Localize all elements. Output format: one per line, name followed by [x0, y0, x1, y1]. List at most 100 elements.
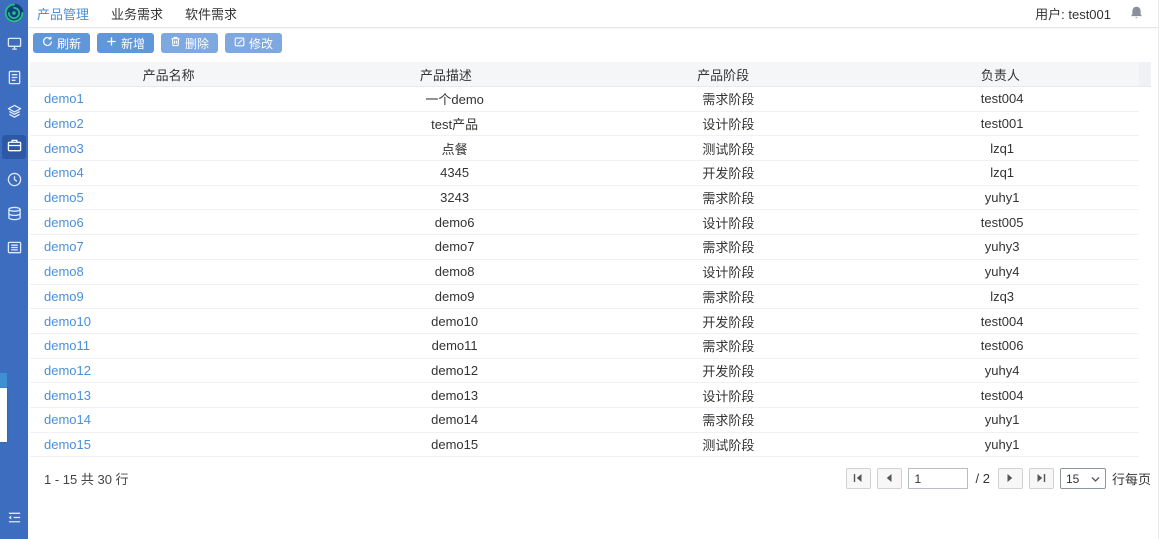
sidebar-collapse-button[interactable] — [2, 507, 26, 531]
toolbar: 刷新 新增 删除 修改 — [28, 28, 1158, 58]
sidebar-item-data[interactable] — [2, 203, 26, 227]
sidebar — [0, 0, 28, 539]
collapse-menu-icon — [7, 510, 22, 528]
product-link[interactable]: demo15 — [44, 437, 91, 452]
product-link[interactable]: demo13 — [44, 388, 91, 403]
table-cell: 点餐 — [441, 141, 468, 157]
product-link[interactable]: demo1 — [44, 91, 84, 106]
product-name-cell: demo1 — [30, 87, 318, 111]
table-cell: 开发阶段 — [702, 166, 755, 182]
table-cell: 3243 — [440, 190, 470, 206]
product-link[interactable]: demo3 — [44, 141, 84, 156]
table-row: demo1 一个demo 需求阶段 test004 — [30, 87, 1139, 112]
delete-button[interactable]: 删除 — [161, 33, 219, 53]
product-name-cell: demo5 — [30, 186, 318, 210]
main-panel: 产品管理 业务需求 软件需求 用户: test001 刷新 新增 删除 修改 产… — [28, 0, 1159, 539]
add-button[interactable]: 新增 — [97, 33, 155, 53]
document-icon — [7, 70, 22, 88]
product-name-cell: demo8 — [30, 260, 318, 284]
product-link[interactable]: demo4 — [44, 165, 84, 180]
sidebar-item-products[interactable] — [2, 135, 26, 159]
app-window: 产品管理 业务需求 软件需求 用户: test001 刷新 新增 删除 修改 产… — [0, 0, 1159, 539]
tab-product-management[interactable]: 产品管理 — [33, 4, 93, 23]
refresh-button[interactable]: 刷新 — [33, 33, 91, 53]
page-size-select[interactable]: 15 — [1059, 468, 1106, 490]
table-cell: 设计阶段 — [702, 388, 755, 404]
table-cell: yuhy4 — [984, 362, 1020, 378]
table-cell: demo7 — [434, 239, 475, 255]
page-number-input[interactable] — [907, 468, 968, 490]
product-name-cell: demo3 — [30, 136, 318, 160]
table-row: demo15 demo15 测试阶段 yuhy1 — [30, 433, 1139, 458]
topbar: 产品管理 业务需求 软件需求 用户: test001 — [28, 0, 1158, 28]
product-name-cell: demo4 — [30, 161, 318, 185]
product-name-cell: demo15 — [30, 433, 318, 457]
table-cell: 需求阶段 — [702, 289, 755, 305]
total-pages-text: / 2 — [975, 471, 990, 487]
sidebar-item-logs[interactable] — [2, 237, 26, 261]
table-row: demo10 demo10 开发阶段 test004 — [30, 309, 1139, 334]
product-name-cell: demo13 — [30, 383, 318, 407]
bell-icon[interactable] — [1129, 5, 1144, 23]
sidebar-item-documents[interactable] — [2, 67, 26, 91]
product-link[interactable]: demo11 — [44, 338, 90, 353]
product-link[interactable]: demo5 — [44, 190, 84, 205]
tab-software-requirements[interactable]: 软件需求 — [181, 4, 241, 23]
product-link[interactable]: demo2 — [44, 116, 84, 131]
table-row: demo6 demo6 设计阶段 test005 — [30, 210, 1139, 236]
product-link[interactable]: demo9 — [44, 289, 84, 304]
product-link[interactable]: demo7 — [44, 239, 84, 254]
table-cell: 需求阶段 — [702, 240, 755, 256]
table-row: demo2 test产品 设计阶段 test001 — [30, 112, 1139, 137]
table-cell: test001 — [980, 116, 1024, 132]
table-row: demo11 demo11 需求阶段 test006 — [30, 334, 1139, 359]
table-cell: lzq1 — [990, 140, 1015, 156]
product-link[interactable]: demo6 — [44, 215, 84, 230]
pagination-prev-button[interactable] — [876, 468, 902, 490]
table-cell: 需求阶段 — [702, 339, 755, 355]
column-header[interactable]: 产品阶段 — [584, 62, 862, 87]
pagination-next-button[interactable] — [997, 468, 1023, 490]
page-size-value: 15 — [1065, 471, 1080, 486]
app-logo — [0, 0, 28, 28]
table-cell: yuhy3 — [984, 239, 1020, 255]
product-name-cell: demo14 — [30, 408, 318, 432]
table-cell: yuhy1 — [984, 190, 1020, 206]
sidebar-edge-highlight — [0, 373, 7, 388]
database-icon — [7, 206, 22, 224]
user-label: 用户: test001 — [1035, 7, 1111, 22]
sidebar-item-dashboard[interactable] — [2, 33, 26, 57]
product-name-cell: demo7 — [30, 235, 318, 259]
pagination: / 2 15 行每页 — [845, 468, 1151, 490]
sidebar-item-modules[interactable] — [2, 101, 26, 125]
product-link[interactable]: demo12 — [44, 363, 91, 378]
column-header[interactable]: 产品名称 — [30, 62, 308, 87]
column-header[interactable]: 负责人 — [861, 62, 1139, 87]
product-link[interactable]: demo14 — [44, 412, 91, 427]
table-cell: 开发阶段 — [702, 314, 755, 330]
product-name-cell: demo11 — [30, 334, 318, 358]
edit-button[interactable]: 修改 — [225, 33, 283, 53]
pagination-first-button[interactable] — [845, 468, 871, 490]
pagination-last-button[interactable] — [1028, 468, 1054, 490]
table-cell: 设计阶段 — [702, 265, 755, 281]
table-body: demo1 一个demo 需求阶段 test004 demo2 test产品 设计阶段 tes… — [30, 87, 1151, 458]
prev-page-icon — [884, 471, 894, 486]
table-cell: 开发阶段 — [702, 363, 755, 379]
sidebar-item-history[interactable] — [2, 169, 26, 193]
table-row: demo4 4345 开发阶段 lzq1 — [30, 161, 1139, 186]
edit-icon — [234, 36, 245, 50]
tab-business-requirements[interactable]: 业务需求 — [107, 4, 167, 23]
column-header[interactable]: 产品描述 — [307, 62, 585, 87]
table-cell: 测试阶段 — [702, 141, 755, 157]
table-row: demo3 点餐 测试阶段 lzq1 — [30, 136, 1139, 162]
table-cell: test004 — [980, 91, 1024, 107]
spiral-logo-icon — [2, 1, 26, 28]
product-link[interactable]: demo8 — [44, 264, 84, 279]
table-cell: 一个demo — [425, 92, 484, 108]
nav-tabs: 产品管理 业务需求 软件需求 — [33, 4, 241, 23]
product-link[interactable]: demo10 — [44, 314, 91, 329]
table-cell: demo9 — [434, 288, 475, 304]
table-cell: 需求阶段 — [702, 92, 755, 108]
table-row: demo14 demo14 需求阶段 yuhy1 — [30, 408, 1139, 433]
